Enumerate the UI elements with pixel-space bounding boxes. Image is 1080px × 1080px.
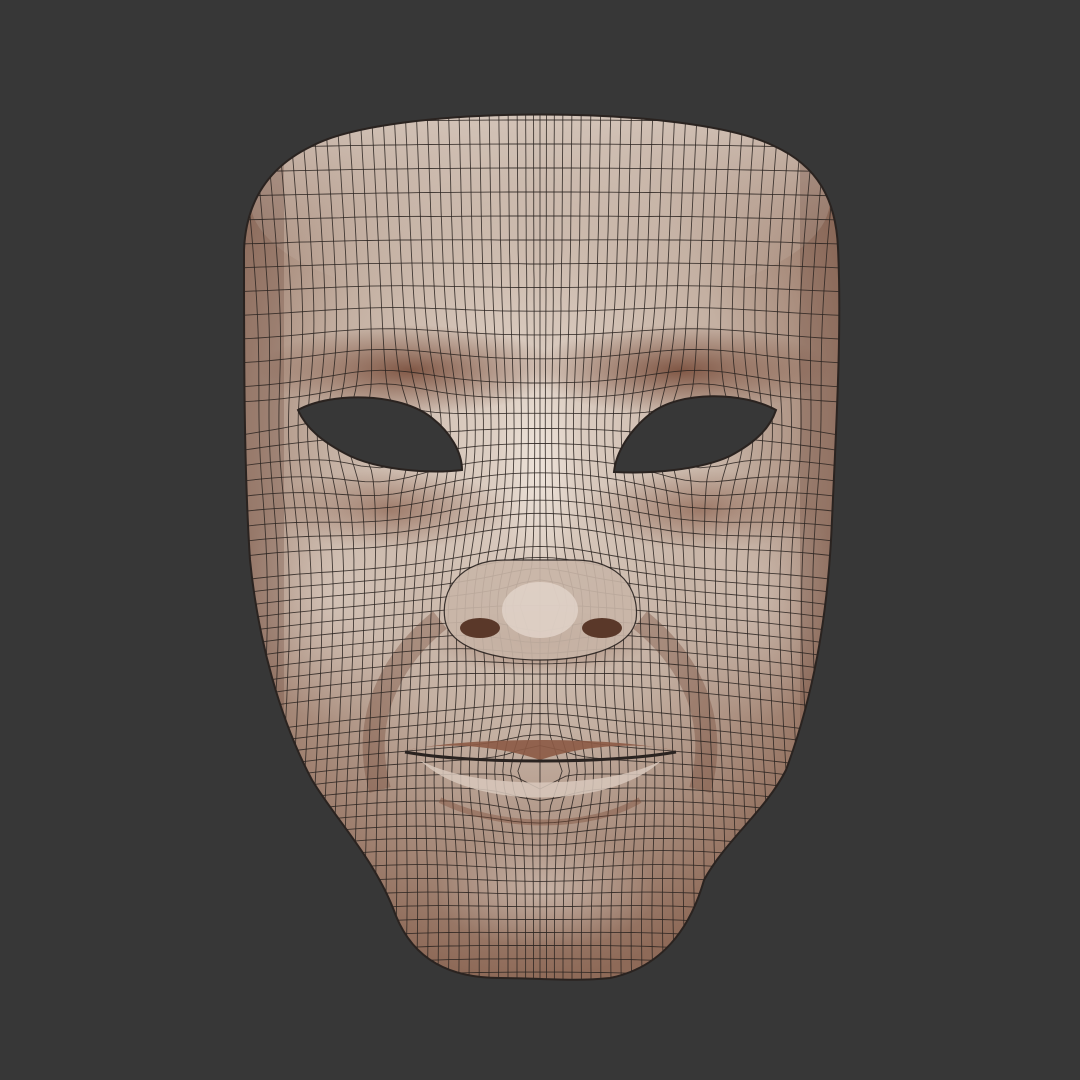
left-nostril: [460, 618, 500, 638]
mask-render: [0, 0, 1080, 1080]
render-viewport: [0, 0, 1080, 1080]
right-nostril: [582, 618, 622, 638]
nose: [443, 559, 638, 661]
